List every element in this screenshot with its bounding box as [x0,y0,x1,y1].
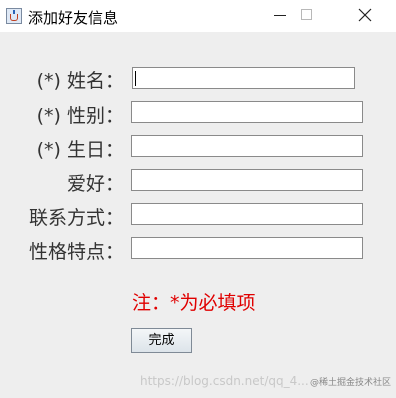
required-note: 注：*为必填项 [132,292,256,314]
watermark-url: https://blog.csdn.net/qq_4... [140,374,309,388]
contact-label: 联系方式： [28,207,124,229]
close-icon [358,8,372,22]
birthday-input[interactable] [131,135,363,157]
personality-input[interactable] [131,237,363,259]
hobby-input[interactable] [131,169,363,191]
maximize-button[interactable] [284,0,330,32]
contact-input[interactable] [131,203,363,225]
done-button[interactable]: 完成 [131,328,192,353]
hobby-label: 爱好： [66,173,124,195]
close-button[interactable] [342,0,388,32]
text-caret [135,71,136,86]
name-label: (*) 姓名： [36,70,124,92]
title-bar[interactable]: 添加好友信息 [0,0,396,32]
name-input[interactable] [132,67,355,89]
app-window: 添加好友信息 (*) 姓名： (*) 性别： (*) 生日： 爱好： 联系方式：… [0,0,396,398]
birthday-label: (*) 生日： [36,139,124,161]
gender-input[interactable] [131,101,363,123]
watermark-brand: @稀土掘金技术社区 [310,378,392,388]
gender-label: (*) 性别： [36,105,124,127]
java-cup-icon [6,8,22,24]
personality-label: 性格特点： [28,241,124,263]
maximize-icon [301,9,312,20]
window-title: 添加好友信息 [28,9,119,27]
